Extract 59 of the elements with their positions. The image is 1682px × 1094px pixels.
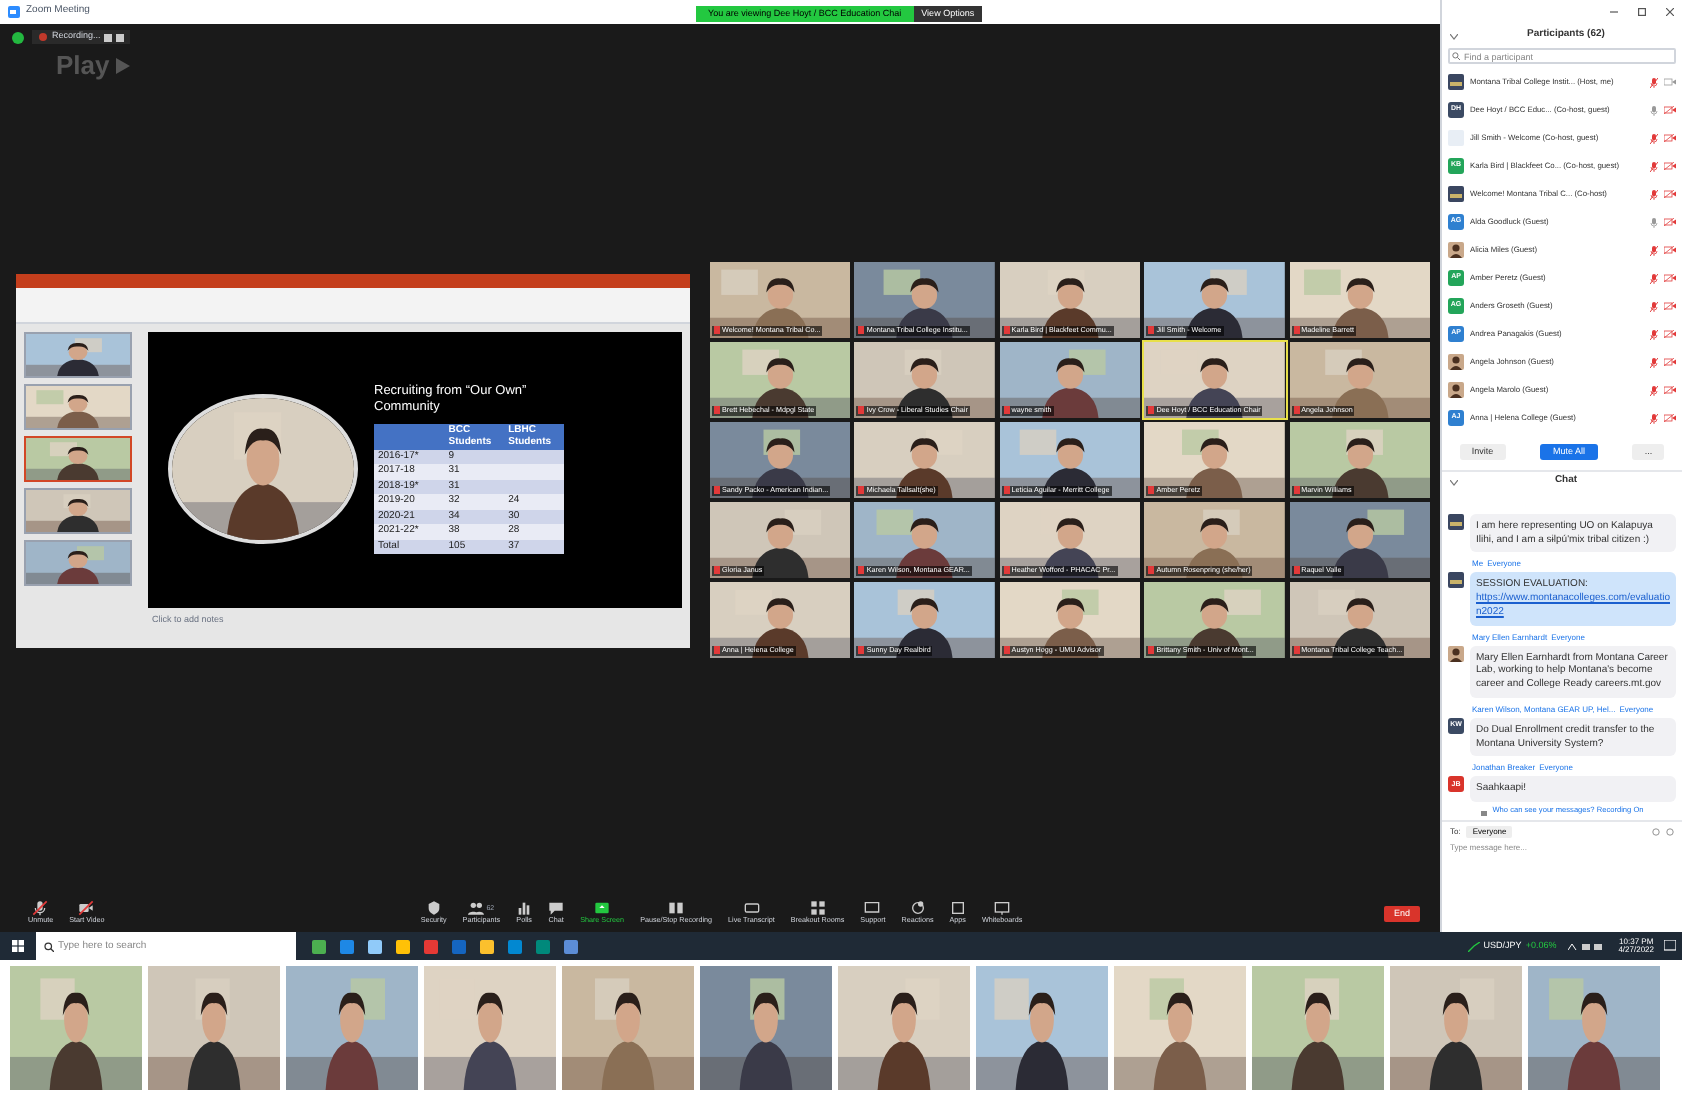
slide-thumbnail[interactable] [24,487,132,533]
people-icon [468,900,485,917]
avatar-icon [1448,645,1464,661]
video-off-icon[interactable] [1664,414,1676,422]
collapse-icon[interactable] [1450,479,1458,485]
logo-avatar-icon [1448,572,1464,589]
video-off-icon[interactable] [1664,246,1676,254]
record-dot-icon [38,32,48,42]
video-off-icon[interactable] [1664,106,1676,114]
share-screen-icon [594,900,611,917]
support-icon [864,900,881,917]
column-header [374,424,445,450]
video-off-icon[interactable] [1664,218,1676,226]
shield-icon [425,900,442,917]
security-status-icon [12,31,24,43]
logo-avatar-icon [1448,74,1464,90]
slide-thumbnail[interactable] [24,331,132,377]
stop-icon[interactable] [116,33,125,41]
video-off-icon[interactable] [1664,386,1676,394]
avatar-icon [1448,382,1464,398]
video-off-icon[interactable] [1664,302,1676,310]
bar-chart-icon [516,900,533,917]
video-icon[interactable] [1664,78,1676,86]
video-off-icon[interactable] [1664,330,1676,338]
search-icon [1452,52,1460,60]
microphone-icon[interactable] [1650,105,1658,115]
search-icon [44,941,54,951]
reaction-icon [909,900,926,917]
pause-icon[interactable] [104,33,113,41]
whiteboard-icon [994,900,1011,917]
microphone-icon[interactable] [1650,217,1658,227]
play-icon [115,57,130,74]
logo-avatar-icon [1448,513,1464,530]
slide-thumbnail[interactable] [24,435,132,481]
apps-icon [949,900,966,917]
trend-up-icon [1467,941,1480,951]
close-icon[interactable] [1666,8,1674,16]
windows-start-icon[interactable] [12,940,24,952]
avatar-icon [1448,354,1464,370]
video-off-icon[interactable] [1664,134,1676,142]
logo-avatar-icon [1448,186,1464,202]
collapse-icon[interactable] [1450,33,1458,39]
pause-icon [668,900,685,917]
video-off-icon[interactable] [1664,190,1676,198]
slide-thumbnail[interactable] [24,539,132,585]
restore-icon[interactable] [1638,8,1646,16]
speech-bubble-icon [548,900,565,917]
minimize-icon[interactable] [1610,8,1618,16]
notification-icon[interactable] [1664,940,1676,952]
play-overlay-text: Play [56,48,110,84]
slide-thumbnail[interactable] [24,383,132,429]
grid-icon [809,900,826,917]
video-off-icon[interactable] [1664,274,1676,282]
avatar-icon [1448,242,1464,258]
zoom-logo-icon [8,6,20,18]
video-off-icon [78,900,95,917]
video-off-icon[interactable] [1664,162,1676,170]
video-off-icon[interactable] [1664,358,1676,366]
captions-icon [743,900,760,917]
